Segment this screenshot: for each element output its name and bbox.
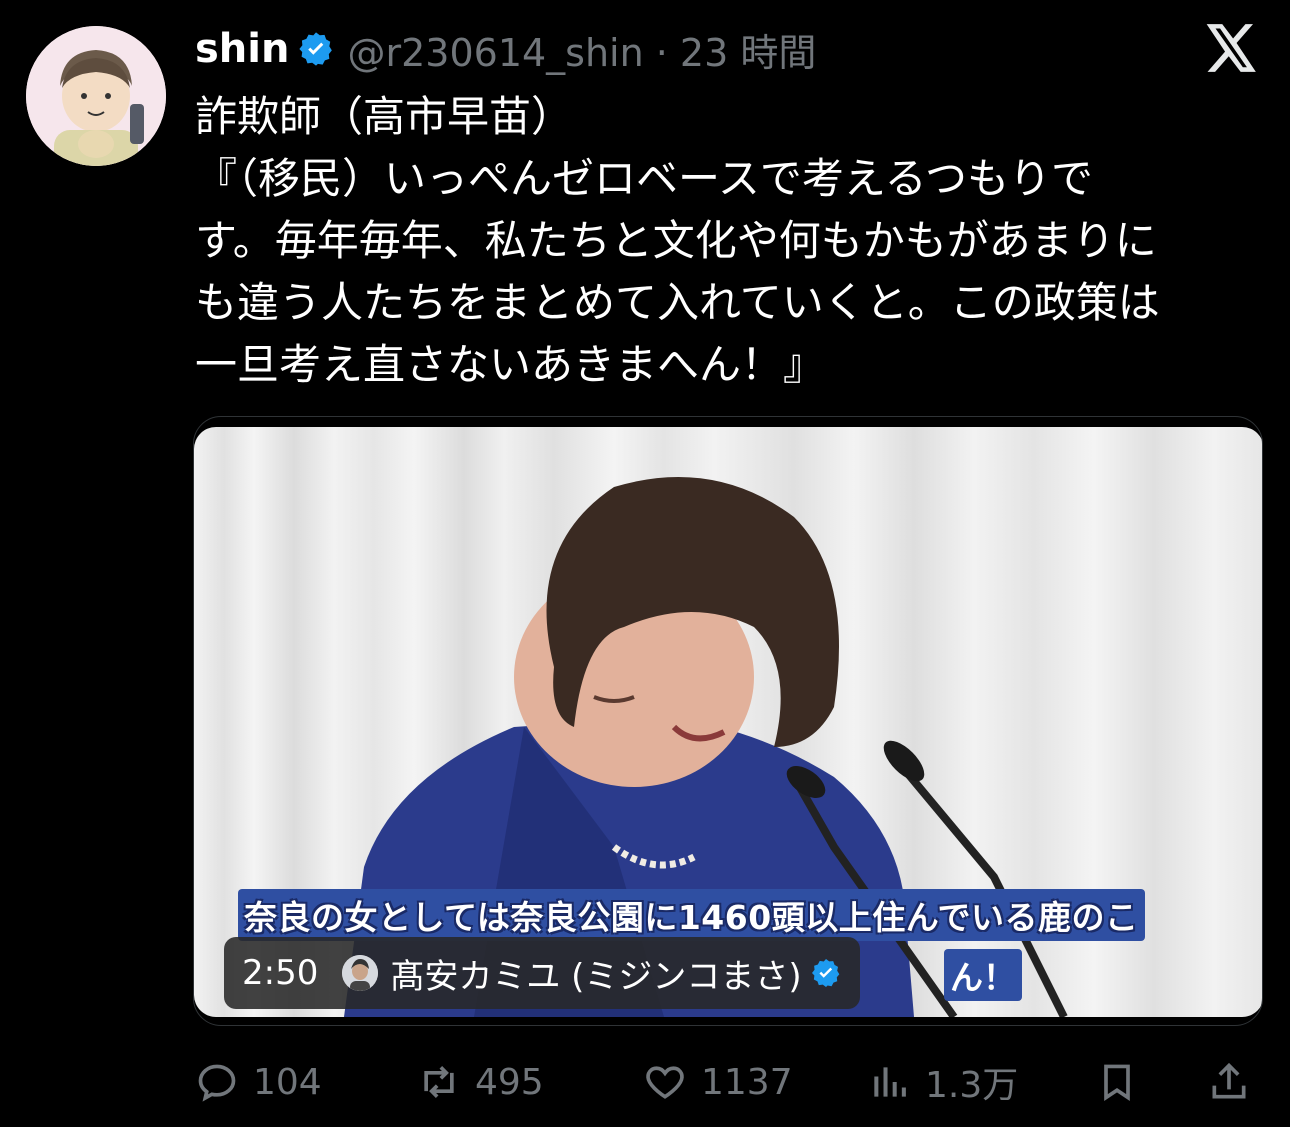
repost-count: 495 [475,1061,544,1103]
tweet-text: 詐欺師（高市早苗） 『（移民）いっぺんゼロベースで考えるつもりで す。毎年毎年、… [195,86,1255,396]
source-avatar [342,955,379,991]
tweet-text-line: す。毎年毎年、私たちと文化や何もかもがあまりに [195,216,1157,265]
video-subtitle-tail: ん！ [944,949,1022,1001]
reply-button[interactable]: 104 [195,1052,322,1112]
tweet-action-bar: 104 495 1137 1.3万 [195,1052,1260,1112]
video-media[interactable]: 奈良の女としては奈良公園に1460頭以上住んでいる鹿のこ ん！ 2:50 髙安カ… [193,416,1263,1026]
views-button[interactable]: 1.3万 [867,1052,1018,1112]
video-info-overlay: 2:50 髙安カミユ (ミジンコまさ) [224,937,860,1009]
share-button[interactable] [1207,1052,1265,1112]
verified-badge-icon [299,32,333,66]
heart-icon [646,1066,684,1099]
video-subtitle: 奈良の女としては奈良公園に1460頭以上住んでいる鹿のこ [238,889,1145,941]
bookmark-icon [1104,1064,1130,1102]
share-icon [1212,1062,1246,1099]
video-duration: 2:50 [242,953,319,993]
repost-button[interactable]: 495 [417,1052,544,1112]
like-count: 1137 [701,1061,793,1103]
video-frame[interactable]: 奈良の女としては奈良公園に1460頭以上住んでいる鹿のこ ん！ 2:50 髙安カ… [194,427,1262,1017]
reply-icon [198,1064,236,1102]
x-logo-icon [1206,24,1256,72]
bookmark-button[interactable] [1095,1052,1153,1112]
video-source-name[interactable]: 髙安カミユ (ミジンコまさ) [390,949,801,998]
source-avatar-icon [342,955,379,991]
reply-count: 104 [253,1061,322,1103]
tweet-text-line: 『（移民）いっぺんゼロベースで考えるつもりで [195,154,1093,203]
author-avatar[interactable] [26,26,166,166]
like-button[interactable]: 1137 [643,1052,793,1112]
analytics-icon [874,1067,906,1097]
author-display-name[interactable]: shin [195,26,289,72]
avatar-illustration [26,26,166,166]
tweet-text-line: 詐欺師（高市早苗） [195,92,574,141]
source-verified-badge-icon [811,959,840,987]
repost-icon [424,1066,454,1098]
author-handle-and-time[interactable]: @r230614_shin · 23 時間 [347,22,816,77]
tweet-text-line: も違う人たちをまとめて入れていくと。この政策は [195,278,1160,327]
view-count: 1.3万 [925,1065,1019,1106]
tweet-header: shin @r230614_shin · 23 時間 [195,22,816,76]
tweet-text-line: 一旦考え直さないあきまへん！』 [195,340,826,389]
